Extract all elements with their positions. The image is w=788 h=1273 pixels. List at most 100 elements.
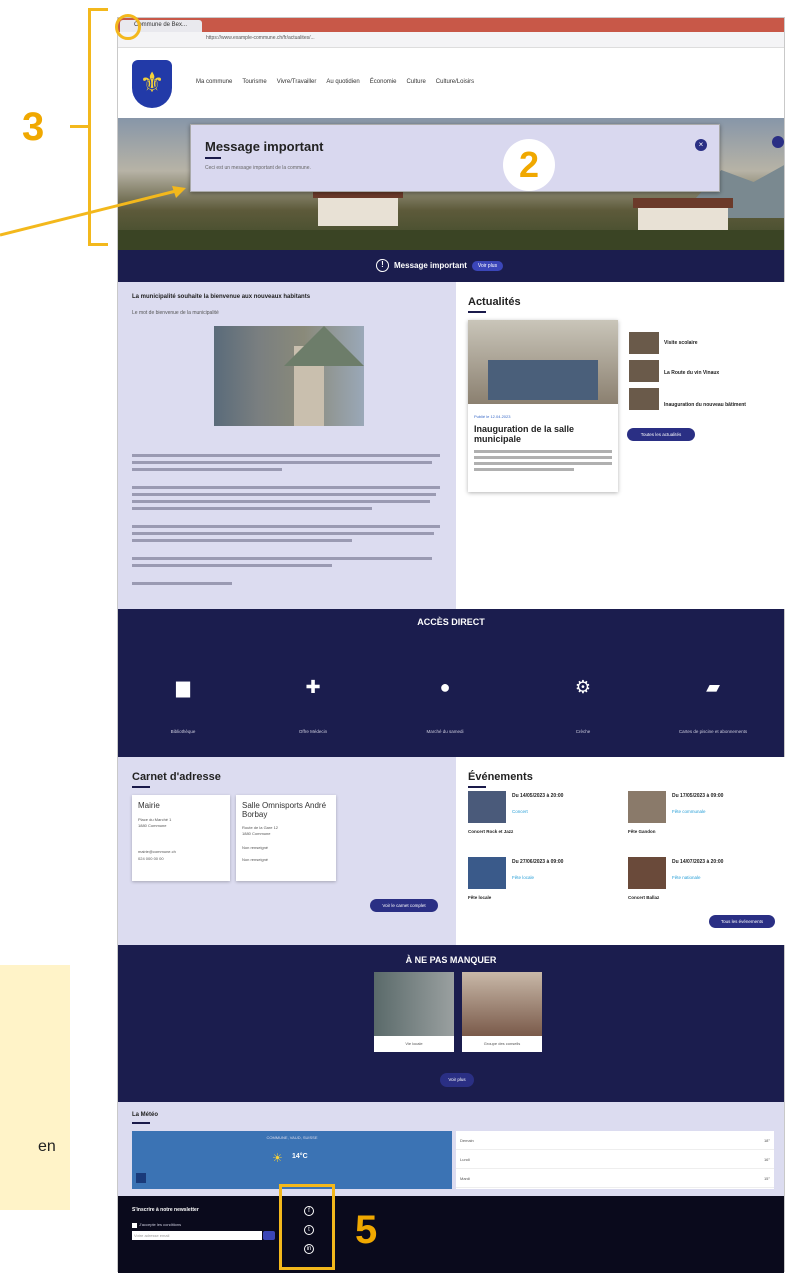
event-thumb[interactable] <box>628 791 666 823</box>
event-thumb[interactable] <box>628 857 666 889</box>
meteo-title-underline <box>132 1122 150 1124</box>
news-thumb[interactable] <box>629 332 659 354</box>
address-line: 1880 Commune <box>242 831 271 836</box>
annotation-label-2: 2 <box>503 139 555 191</box>
weather-icon: ☀ <box>272 1151 283 1165</box>
carnet-title-underline <box>132 786 150 788</box>
article-subtitle: Le mot de bienvenue de la municipalité <box>132 310 219 316</box>
carnet-button[interactable]: Voir le carnet complet <box>370 899 438 912</box>
acces-item-bibliotheque[interactable]: ▆ Bibliothèque <box>128 677 238 734</box>
anpm-card[interactable]: Groupe des conseils <box>462 972 542 1052</box>
commune-logo[interactable]: ⚜ <box>132 60 172 108</box>
news-card-main[interactable]: Publié le 12.04.2023 Inauguration de la … <box>468 320 618 492</box>
newsletter-email-input[interactable]: Votre adresse email <box>132 1231 262 1240</box>
event-date: Du 14/05/2023 à 20:00 <box>512 793 564 799</box>
news-thumb[interactable] <box>629 388 659 410</box>
nav-item[interactable]: Tourisme <box>242 79 266 85</box>
weather-logo-icon <box>136 1173 146 1183</box>
address-email[interactable]: mairie@commune.ch <box>138 849 176 854</box>
text-line <box>132 557 432 560</box>
url-text[interactable]: https://www.example-commune.ch/fr/actual… <box>206 35 406 45</box>
acces-direct-section: ACCÈS DIRECT ▆ Bibliothèque ✚ Offre Méde… <box>118 609 784 757</box>
address-card-name: Mairie <box>138 801 160 810</box>
carnet-section: Carnet d'adresse Mairie Place du Marché … <box>118 757 456 945</box>
news-title-underline <box>468 311 486 313</box>
news-side-title[interactable]: Inauguration du nouveau bâtiment <box>664 402 746 408</box>
forecast-value: 18° <box>763 1138 770 1143</box>
news-side-title[interactable]: Visite scolaire <box>664 340 698 346</box>
hero-roof <box>633 198 733 208</box>
acces-item-creche[interactable]: ⚙ Crèche <box>528 677 638 734</box>
address-line: Place du Marché 1 <box>138 817 172 822</box>
nav-item[interactable]: Ma commune <box>196 79 232 85</box>
text-line <box>132 582 232 585</box>
event-name[interactable]: Fête locale <box>468 895 491 900</box>
anpm-card[interactable]: Vie locale <box>374 972 454 1052</box>
address-phone[interactable]: 024 000 00 00 <box>138 856 164 861</box>
forecast-day: Mardi <box>460 1176 471 1181</box>
text-line <box>132 461 432 464</box>
text-line <box>132 539 352 542</box>
acces-item-label: Crèche <box>575 729 591 734</box>
text-line <box>132 454 440 457</box>
acces-item-label: Offre Médecin <box>298 729 328 734</box>
nav-item[interactable]: Culture/Loisirs <box>436 79 474 85</box>
nav-item[interactable]: Culture <box>406 79 425 85</box>
text-line <box>474 456 612 459</box>
text-line <box>132 500 430 503</box>
modal-title-underline <box>205 157 221 159</box>
text-line <box>132 564 332 567</box>
browser-url-bar[interactable]: https://www.example-commune.ch/fr/actual… <box>118 32 784 48</box>
anpm-button[interactable]: Voir plus <box>440 1073 474 1087</box>
event-category[interactable]: Fête nationale <box>672 875 701 880</box>
acces-item-piscine[interactable]: ▰ Cartes de piscine et abonnements <box>658 677 768 734</box>
event-date: Du 27/06/2023 à 09:00 <box>512 859 564 865</box>
newsletter-checkbox[interactable] <box>132 1223 137 1228</box>
event-category[interactable]: Fête communale <box>672 809 706 814</box>
all-news-button[interactable]: Toutes les actualités <box>627 428 695 441</box>
a-ne-pas-manquer-section: À NE PAS MANQUER Vie locale Groupe des c… <box>118 945 784 1102</box>
address-card[interactable]: Salle Omnisports André Borbay Route de l… <box>236 795 336 881</box>
event-name[interactable]: Concert Ballaz <box>628 895 659 900</box>
newsletter-submit-button[interactable] <box>263 1231 275 1240</box>
events-section: Événements Du 14/05/2023 à 20:00 Concert… <box>456 757 786 945</box>
modal-title: Message important <box>205 139 324 154</box>
annotation-label-5: 5 <box>355 1208 378 1252</box>
address-card-name: Salle Omnisports André Borbay <box>242 801 327 819</box>
message-band-button[interactable]: Voir plus <box>471 260 504 271</box>
search-icon[interactable] <box>772 136 784 148</box>
all-events-button[interactable]: Tous les événements <box>709 915 775 928</box>
news-side-title[interactable]: La Route du vin Vinaux <box>664 370 719 376</box>
address-line: Route de la Gare 12 <box>242 825 279 830</box>
news-thumb[interactable] <box>629 360 659 382</box>
anpm-title: À NE PAS MANQUER <box>405 955 497 965</box>
event-thumb[interactable] <box>468 791 506 823</box>
event-name[interactable]: Concert Rock et Jazz <box>468 829 513 834</box>
nav-item[interactable]: Au quotidien <box>326 79 359 85</box>
hero-building <box>318 196 398 226</box>
acces-item-medecin[interactable]: ✚ Offre Médecin <box>258 677 368 734</box>
important-message-modal: Message important Ceci est un message im… <box>190 124 720 192</box>
event-name[interactable]: Fête Gandon <box>628 829 656 834</box>
news-title: Inauguration de la salle municipale <box>474 424 575 444</box>
event-category[interactable]: Fête locale <box>512 875 534 880</box>
gears-icon: ⚙ <box>574 677 592 697</box>
event-thumb[interactable] <box>468 857 506 889</box>
hero-banner: Message important Ceci est un message im… <box>118 118 784 250</box>
text-line <box>474 462 612 465</box>
annotation-note-box <box>0 965 70 1210</box>
nav-item[interactable]: Économie <box>370 79 397 85</box>
event-category[interactable]: Concert <box>512 809 528 814</box>
events-title: Événements <box>468 771 533 783</box>
acces-item-marche[interactable]: ● Marché du samedi <box>390 677 500 734</box>
weather-location: COMMUNE, VAUD, SUISSE <box>266 1135 318 1140</box>
message-band-text: Message important <box>394 261 467 270</box>
nav-item[interactable]: Vivre/Travailler <box>277 79 317 85</box>
open-book-icon: ▰ <box>706 677 720 697</box>
forecast-row: Mardi 15° <box>456 1169 774 1188</box>
site-footer: S'inscrire à notre newsletter J'accepte … <box>118 1196 784 1273</box>
acces-item-label: Bibliothèque <box>170 729 196 734</box>
close-icon[interactable]: × <box>695 139 707 151</box>
anpm-card-label: Vie locale <box>405 1041 423 1046</box>
address-card[interactable]: Mairie Place du Marché 1 1880 Commune ma… <box>132 795 230 881</box>
